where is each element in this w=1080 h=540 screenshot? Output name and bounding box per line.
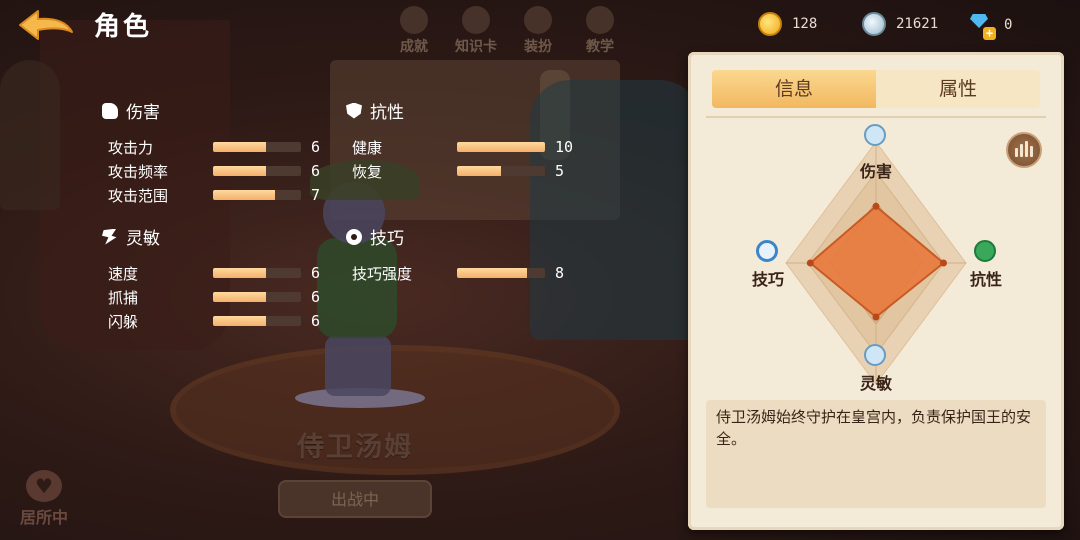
book-icon <box>586 6 614 34</box>
page-title: 角色 <box>94 12 153 42</box>
wing-icon <box>864 344 886 366</box>
radar-label-damage: 伤害 <box>860 162 893 181</box>
gold-currency: 128 <box>758 12 817 36</box>
outfit-icon <box>524 6 552 34</box>
shield-icon <box>346 102 362 119</box>
info-panel: 信息 属性 伤害 抗性 灵敏 技巧 侍卫汤姆始终守护在皇宫内，负责保护国王的安全… <box>688 52 1064 530</box>
stat-bar <box>213 268 301 278</box>
fist-icon <box>102 102 118 119</box>
diamond-plus-icon[interactable]: + <box>968 12 996 40</box>
stat-bar <box>213 316 301 326</box>
group-title-damage: 伤害 <box>126 103 160 123</box>
gold-coin-icon <box>758 12 782 36</box>
card-icon <box>462 6 490 34</box>
group-title-resist: 抗性 <box>370 103 404 123</box>
stat-row-speed: 速度 6 <box>108 264 321 283</box>
tab-info[interactable]: 信息 <box>712 70 876 108</box>
trophy-icon <box>400 6 428 34</box>
gem-amount: 0 <box>1004 17 1013 33</box>
group-title-agility: 灵敏 <box>126 229 160 249</box>
stat-row-health: 健康 10 <box>352 138 574 157</box>
home-label: 居所中 <box>19 508 68 527</box>
shield-icon <box>974 240 996 262</box>
tab-achievements[interactable]: 成就 <box>386 6 442 56</box>
stat-bar <box>457 268 545 278</box>
lightning-icon <box>102 228 117 245</box>
silver-currency: 21621 <box>862 12 938 36</box>
stat-bar <box>457 142 545 152</box>
back-arrow-icon <box>19 10 73 40</box>
radar-label-resist: 抗性 <box>970 270 1003 289</box>
stat-group-damage: 伤害 攻击力 6 攻击频率 6 攻击范围 7 <box>102 98 333 207</box>
radar-label-agility: 灵敏 <box>860 374 893 393</box>
radar-point-skill <box>806 259 814 267</box>
radar-point-damage <box>872 202 880 210</box>
panel-divider <box>706 116 1046 118</box>
stat-row-skill-power: 技巧强度 8 <box>352 264 565 283</box>
character-description: 侍卫汤姆始终守护在皇宫内，负责保护国王的安全。 <box>706 400 1046 508</box>
back-button[interactable] <box>16 8 76 42</box>
stat-group-agility: 灵敏 速度 6 抓捕 6 闪躲 6 <box>102 224 333 333</box>
gem-currency[interactable]: + 0 <box>968 12 1013 40</box>
stat-group-skill: 技巧 技巧强度 8 <box>346 224 577 285</box>
stat-row-catch: 抓捕 6 <box>108 288 321 307</box>
tab-tutorial[interactable]: 教学 <box>572 6 628 56</box>
radar-point-resist <box>940 259 947 267</box>
radar-chart: 伤害 抗性 灵敏 技巧 <box>708 122 1048 393</box>
stat-group-resist: 抗性 健康 10 恢复 5 <box>346 98 577 183</box>
stat-row-dodge: 闪躲 6 <box>108 312 321 331</box>
tab-attributes[interactable]: 属性 <box>876 70 1040 108</box>
group-title-skill: 技巧 <box>370 229 404 249</box>
tab-outfits[interactable]: 装扮 <box>510 6 566 56</box>
silver-coin-icon <box>862 12 886 36</box>
stat-row-recovery: 恢复 5 <box>352 162 565 181</box>
target-icon <box>346 228 362 245</box>
character-name: 侍卫汤姆 <box>297 432 413 463</box>
background-clock <box>0 60 60 210</box>
stat-bar <box>213 166 301 176</box>
target-icon <box>756 240 778 262</box>
tab-knowledge-cards[interactable]: 知识卡 <box>448 6 504 56</box>
heart-home-icon <box>26 470 62 502</box>
stat-bar <box>213 292 301 302</box>
radar-label-skill: 技巧 <box>752 270 785 289</box>
gold-amount: 128 <box>792 16 818 32</box>
deploy-button[interactable]: 出战中 <box>278 480 432 518</box>
top-tab-bar: 成就 知识卡 装扮 教学 <box>386 6 628 56</box>
silver-amount: 21621 <box>896 16 939 32</box>
stat-bar <box>457 166 545 176</box>
stat-row-attack-rate: 攻击频率 6 <box>108 162 321 181</box>
radar-point-agility <box>872 313 880 321</box>
stat-row-attack-range: 攻击范围 7 <box>108 186 321 205</box>
fist-icon <box>864 124 886 146</box>
stat-row-attack: 攻击力 6 <box>108 138 321 157</box>
panel-tab-bar: 信息 属性 <box>712 70 1040 108</box>
stat-bar <box>213 190 301 200</box>
home-button[interactable]: 居所中 <box>14 470 74 530</box>
stat-bar <box>213 142 301 152</box>
